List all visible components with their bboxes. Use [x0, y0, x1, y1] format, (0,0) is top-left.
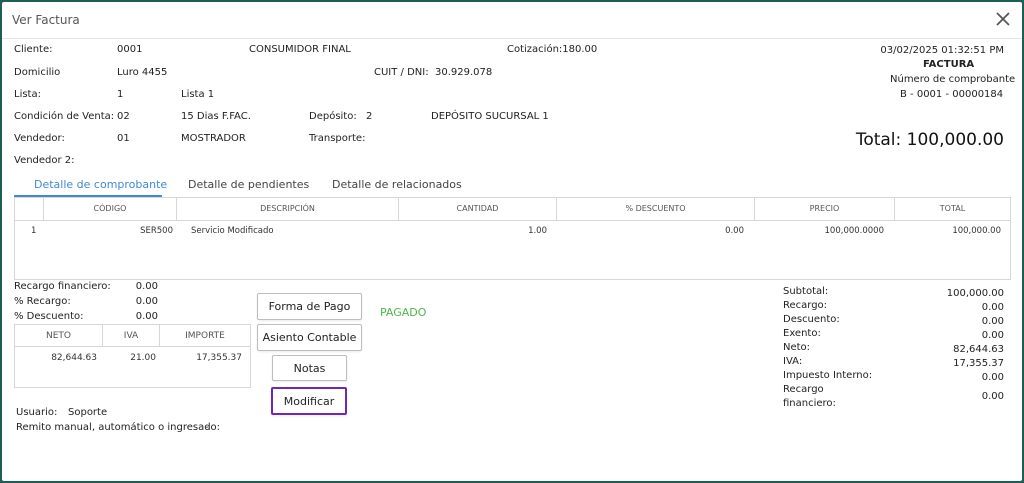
cuit-value: 30.929.078: [435, 67, 493, 78]
row-descripcion: Servicio Modificado: [191, 226, 274, 236]
detail-grid: CÓDIGO DESCRIPCIÓN CANTIDAD % DESCUENTO …: [14, 197, 1011, 280]
vendedor-code: 01: [117, 133, 130, 144]
lista-label: Lista:: [14, 89, 41, 100]
recargo-financiero-label: Recargo financiero:: [14, 281, 111, 292]
tab-detalle-comprobante[interactable]: Detalle de comprobante: [34, 178, 167, 191]
modificar-button[interactable]: Modificar: [271, 387, 347, 415]
remito-label: Remito manual, automático o ingresado:: [16, 422, 221, 433]
row-codigo: SER500: [140, 226, 173, 236]
cliente-name: CONSUMIDOR FINAL: [249, 44, 351, 55]
asiento-contable-button[interactable]: Asiento Contable: [257, 324, 362, 351]
domicilio-label: Domicilio: [14, 67, 61, 78]
row-cantidad: 1.00: [528, 226, 547, 236]
notas-button[interactable]: Notas: [272, 355, 347, 381]
iva-label: IVA:: [783, 356, 803, 367]
subtotal-label: Subtotal:: [783, 286, 829, 297]
impuesto-interno-value: 0.00: [981, 372, 1004, 383]
grid-header-descuento[interactable]: % DESCUENTO: [557, 198, 755, 220]
recargo-financiero-total-value: 0.00: [981, 391, 1004, 402]
recargo-value: 0.00: [981, 302, 1004, 313]
doc-type: FACTURA: [923, 59, 975, 70]
cuit-label: CUIT / DNI:: [374, 67, 429, 78]
row-number: 1: [31, 226, 37, 236]
close-icon[interactable]: [992, 8, 1014, 30]
domicilio-value: Luro 4455: [117, 67, 168, 78]
usuario-label: Usuario:: [16, 407, 58, 418]
vendedor-label: Vendedor:: [14, 133, 65, 144]
iva-header-neto: NETO: [15, 325, 103, 347]
tab-detalle-pendientes[interactable]: Detalle de pendientes: [188, 178, 309, 191]
transporte-label: Transporte:: [309, 133, 366, 144]
dialog-title: Ver Factura: [12, 13, 80, 27]
cotizacion: Cotización:180.00: [507, 44, 598, 55]
neto-label: Neto:: [783, 342, 811, 353]
cliente-label: Cliente:: [14, 44, 53, 55]
iva-header-iva: IVA: [103, 325, 160, 347]
comprobante-number: B - 0001 - 00000184: [900, 89, 1004, 100]
detail-tabs: Detalle de comprobante Detalle de pendie…: [14, 172, 1010, 198]
vendedor2-label: Vendedor 2:: [14, 155, 75, 166]
exento-value: 0.00: [981, 330, 1004, 341]
cliente-code: 0001: [117, 44, 143, 55]
descuento-pct-label: % Descuento:: [14, 311, 84, 322]
recargo-financiero-total-label-2: financiero:: [783, 398, 836, 409]
iva-row-importe: 17,355.37: [196, 353, 242, 363]
grid-header-total[interactable]: TOTAL: [895, 198, 1010, 220]
comprobante-label: Número de comprobante: [890, 74, 1016, 85]
invoice-total: Total: 100,000.00: [855, 130, 1004, 150]
recargo-pct-value: 0.00: [135, 296, 158, 307]
detail-grid-header: CÓDIGO DESCRIPCIÓN CANTIDAD % DESCUENTO …: [15, 198, 1010, 221]
iva-value: 17,355.37: [953, 358, 1004, 369]
grid-header-codigo[interactable]: CÓDIGO: [44, 198, 177, 220]
grid-header-cantidad[interactable]: CANTIDAD: [399, 198, 557, 220]
deposito-code: 2: [366, 111, 373, 122]
invoice-datetime: 03/02/2025 01:32:51 PM: [880, 45, 1004, 56]
row-precio: 100,000.0000: [824, 226, 884, 236]
subtotal-value: 100,000.00: [946, 288, 1004, 299]
exento-label: Exento:: [783, 328, 821, 339]
recargo-pct-label: % Recargo:: [14, 296, 71, 307]
ver-factura-dialog: Ver Factura Cliente: 0001 CONSUMIDOR FIN…: [2, 2, 1022, 481]
condicion-label: Condición de Venta:: [14, 111, 115, 122]
grid-header-descripcion[interactable]: DESCRIPCIÓN: [177, 198, 399, 220]
condicion-name: 15 Dias F.FAC.: [181, 111, 251, 122]
status-badge: PAGADO: [380, 306, 427, 319]
iva-row-iva: 21.00: [130, 353, 156, 363]
deposito-label: Depósito:: [309, 111, 357, 122]
tab-detalle-relacionados[interactable]: Detalle de relacionados: [332, 178, 462, 191]
iva-row-neto: 82,644.63: [51, 353, 97, 363]
row-total: 100,000.00: [952, 226, 1001, 236]
iva-header-importe: IMPORTE: [160, 325, 250, 347]
grid-header-precio[interactable]: PRECIO: [755, 198, 895, 220]
dialog-titlebar: Ver Factura: [2, 2, 1022, 39]
recargo-label: Recargo:: [783, 300, 828, 311]
neto-value: 82,644.63: [953, 344, 1004, 355]
deposito-name: DEPÓSITO SUCURSAL 1: [431, 111, 549, 122]
recargo-financiero-total-label: Recargo: [783, 384, 824, 395]
descuento-pct-value: 0.00: [135, 311, 158, 322]
descuento-value: 0.00: [981, 316, 1004, 327]
descuento-label: Descuento:: [783, 314, 840, 325]
usuario-value: Soporte: [68, 407, 108, 418]
remito-value: -: [205, 422, 209, 433]
iva-table: NETO IVA IMPORTE 82,644.63 21.00 17,355.…: [14, 324, 251, 388]
lista-code: 1: [117, 89, 124, 100]
impuesto-interno-label: Impuesto Interno:: [783, 370, 873, 381]
grid-header-rownum: [15, 198, 44, 220]
vendedor-name: MOSTRADOR: [181, 133, 246, 144]
lista-name: Lista 1: [181, 89, 215, 100]
row-descuento: 0.00: [725, 226, 744, 236]
recargo-financiero-value: 0.00: [135, 281, 158, 292]
condicion-code: 02: [117, 111, 130, 122]
forma-de-pago-button[interactable]: Forma de Pago: [257, 293, 362, 320]
